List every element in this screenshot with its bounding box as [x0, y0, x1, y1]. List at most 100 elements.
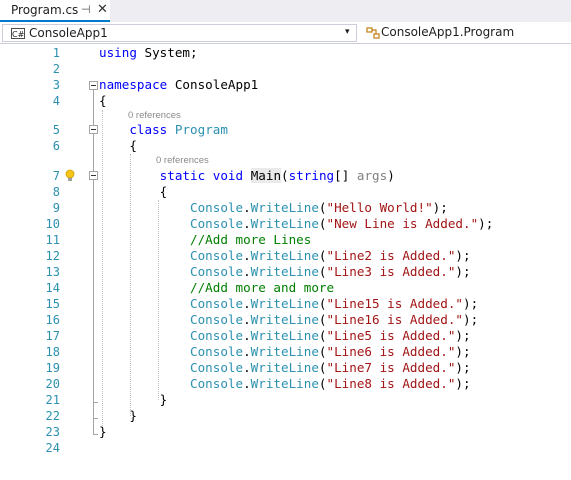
brace: }	[129, 408, 137, 423]
code-line: Console.WriteLine("Line6 is Added.");	[190, 344, 471, 359]
paren: (	[281, 168, 289, 183]
string-literal: "Line6 is Added."	[326, 344, 456, 359]
line-number: 18	[45, 345, 60, 359]
method-call: WriteLine	[250, 312, 319, 327]
line-number: 10	[45, 217, 60, 231]
collapse-namespace-icon[interactable]	[89, 81, 98, 90]
code-line: }	[99, 408, 137, 424]
line-number: 5	[52, 123, 60, 137]
project-dropdown[interactable]: C# ConsoleApp1 ▾	[2, 24, 357, 42]
string-literal: "New Line is Added."	[326, 216, 479, 231]
brace: {	[129, 138, 137, 153]
code-line: {	[99, 138, 137, 154]
tab-program-cs[interactable]: Program.cs ⊣ ✕	[0, 0, 110, 22]
type-dropdown[interactable]: ConsoleApp1.Program	[360, 24, 571, 42]
line-number: 16	[45, 313, 60, 327]
outline-end	[93, 434, 98, 435]
line-number: 24	[45, 441, 60, 455]
class-icon	[366, 27, 380, 39]
code-line: Console.WriteLine("Hello World!");	[190, 200, 448, 215]
code-line: Console.WriteLine("Line3 is Added.");	[190, 264, 471, 279]
code-line: using System;	[99, 45, 198, 61]
line-number: 22	[45, 409, 60, 423]
parameter: args	[356, 168, 388, 183]
class-name: Program	[174, 122, 228, 137]
method-call: WriteLine	[250, 344, 319, 359]
string-literal: "Line15 is Added."	[326, 296, 463, 311]
line-number: 20	[45, 377, 60, 391]
code-line: Console.WriteLine("Line5 is Added.");	[190, 328, 471, 343]
editor-margin	[0, 44, 22, 480]
codelens-references[interactable]: 0 references	[156, 155, 209, 166]
outline-line	[93, 90, 94, 125]
code-line: Console.WriteLine("Line15 is Added.");	[190, 296, 479, 311]
line-number: 14	[45, 281, 60, 295]
line-number: 11	[45, 233, 60, 247]
outline-line	[93, 402, 94, 418]
csharp-project-icon: C#	[11, 28, 25, 39]
tab-title: Program.cs	[11, 3, 79, 17]
string-literal: "Line5 is Added."	[326, 328, 456, 343]
navigation-bar: C# ConsoleApp1 ▾ ConsoleApp1.Program	[0, 22, 571, 44]
keyword: class	[129, 122, 168, 137]
type-name: Console	[190, 376, 244, 391]
type-name: Console	[190, 328, 244, 343]
line-number: 3	[52, 78, 60, 92]
pin-icon[interactable]: ⊣	[81, 3, 91, 16]
method-call: WriteLine	[250, 328, 319, 343]
keyword: using	[99, 45, 137, 60]
code-line: class Program	[99, 122, 228, 138]
string-literal: "Line8 is Added."	[326, 376, 456, 391]
line-number: 19	[45, 361, 60, 375]
code-line: {	[99, 184, 168, 200]
line-number: 9	[52, 201, 60, 215]
code-line: static void Main(string[] args)	[99, 168, 395, 184]
string-literal: "Hello World!"	[326, 200, 433, 215]
string-literal: "Line2 is Added."	[326, 248, 456, 263]
project-dropdown-label: ConsoleApp1	[29, 26, 108, 40]
keyword: static	[159, 168, 206, 183]
close-icon[interactable]: ✕	[97, 2, 108, 17]
code-line: }	[99, 424, 107, 440]
brace: }	[99, 424, 107, 439]
codelens-references[interactable]: 0 references	[128, 110, 181, 121]
method-call: WriteLine	[250, 264, 319, 279]
comment: //Add more and more	[190, 280, 335, 295]
code-line: Console.WriteLine("Line2 is Added.");	[190, 248, 471, 263]
line-number: 1	[52, 46, 60, 60]
code-line: Console.WriteLine("New Line is Added.");	[190, 216, 494, 231]
brace: }	[159, 392, 168, 407]
code-line: Console.WriteLine("Line16 is Added.");	[190, 312, 479, 327]
document-tab-strip: Program.cs ⊣ ✕	[0, 0, 571, 22]
line-number: 12	[45, 249, 60, 263]
method-name: Main	[250, 168, 282, 183]
collapse-method-icon[interactable]	[89, 171, 98, 180]
type-name: Console	[190, 344, 244, 359]
lightbulb-icon[interactable]	[64, 169, 76, 183]
code-line: }	[99, 392, 168, 408]
brace: {	[159, 184, 168, 199]
chevron-down-icon[interactable]: ▾	[345, 27, 350, 37]
code-line: //Add more and more	[99, 280, 334, 296]
code-line: Console.WriteLine("Line8 is Added.");	[190, 376, 471, 391]
type-name: Console	[190, 216, 244, 231]
outline-line	[93, 418, 94, 434]
code-text: System;	[136, 45, 198, 60]
code-line: namespace ConsoleApp1	[99, 77, 258, 93]
type-name: Console	[190, 312, 244, 327]
collapse-class-icon[interactable]	[89, 125, 98, 134]
code-line: Console.WriteLine("Line7 is Added.");	[190, 360, 471, 375]
method-call: WriteLine	[250, 360, 319, 375]
method-call: WriteLine	[250, 216, 319, 231]
method-call: WriteLine	[250, 296, 319, 311]
code-line: {	[99, 93, 107, 109]
string-literal: "Line3 is Added."	[326, 264, 456, 279]
line-number: 2	[52, 62, 60, 76]
line-number: 15	[45, 297, 60, 311]
type-name: Console	[190, 264, 244, 279]
line-number: 7	[52, 169, 60, 183]
string-literal: "Line16 is Added."	[326, 312, 463, 327]
line-number: 13	[45, 265, 60, 279]
type-dropdown-label: ConsoleApp1.Program	[381, 25, 515, 39]
type-name: Console	[190, 296, 244, 311]
